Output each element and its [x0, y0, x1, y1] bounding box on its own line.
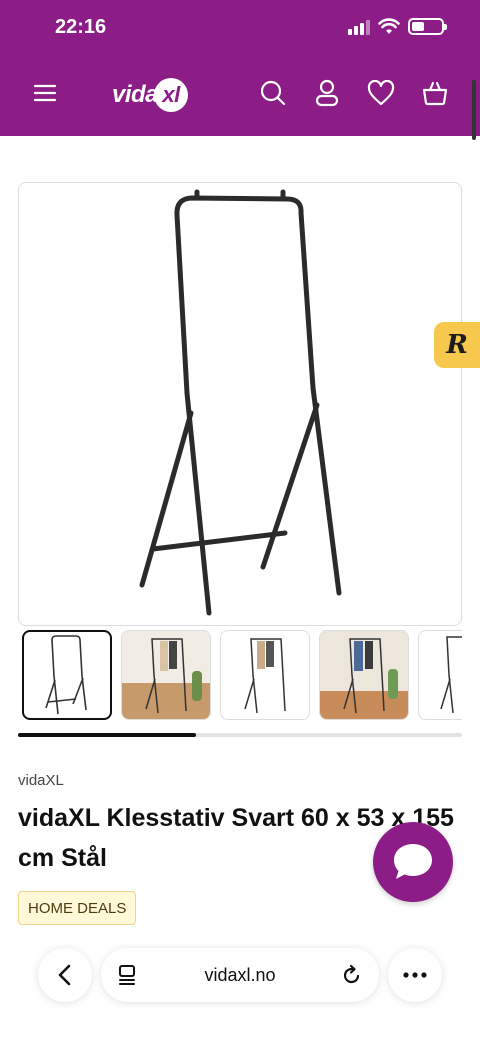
reload-icon[interactable]: [341, 964, 363, 986]
battery-icon: [408, 18, 447, 35]
clothes-rack-illustration: [139, 189, 342, 616]
gallery-scroll-progress: [18, 733, 462, 737]
menu-icon[interactable]: [25, 73, 65, 113]
page-scrollbar[interactable]: [472, 80, 476, 140]
vidaxl-logo[interactable]: vida xl: [112, 78, 189, 112]
browser-toolbar: vidaxl.no: [0, 940, 480, 1010]
chevron-left-icon: [58, 964, 71, 986]
tab-overview-icon[interactable]: [117, 964, 139, 986]
thumbnail-5[interactable]: [418, 630, 462, 720]
heart-icon[interactable]: [361, 73, 401, 113]
back-button[interactable]: [38, 948, 92, 1002]
url-text: vidaxl.no: [204, 964, 276, 985]
status-icons: [348, 18, 447, 35]
address-bar[interactable]: vidaxl.no: [101, 948, 379, 1002]
chat-button[interactable]: [373, 822, 453, 902]
gallery-scroll-progress-fill: [18, 733, 196, 737]
product-main-image[interactable]: [18, 182, 462, 626]
wifi-icon: [378, 18, 400, 34]
thumbnail-strip[interactable]: [22, 630, 462, 720]
signal-icon: [348, 19, 370, 35]
logo-text: vida: [112, 81, 159, 108]
reviews-widget-button[interactable]: R: [434, 322, 480, 368]
site-header: 22:16 vida xl: [0, 0, 480, 136]
status-time: 22:16: [55, 16, 107, 38]
logo-mark: xl: [154, 78, 189, 112]
search-icon[interactable]: [253, 73, 293, 113]
thumbnail-4[interactable]: [319, 630, 409, 720]
basket-icon[interactable]: [415, 73, 455, 113]
more-dots-icon: [403, 972, 427, 978]
thumbnail-1[interactable]: [22, 630, 112, 720]
main-nav: vida xl: [0, 68, 480, 118]
thumbnail-2[interactable]: [121, 630, 211, 720]
home-deals-badge: HOME DEALS: [18, 891, 137, 925]
product-brand[interactable]: vidaXL: [18, 772, 64, 789]
thumbnail-3[interactable]: [220, 630, 310, 720]
more-options-button[interactable]: [388, 948, 442, 1002]
chat-bubble-icon: [394, 844, 432, 879]
account-icon[interactable]: [307, 73, 347, 113]
